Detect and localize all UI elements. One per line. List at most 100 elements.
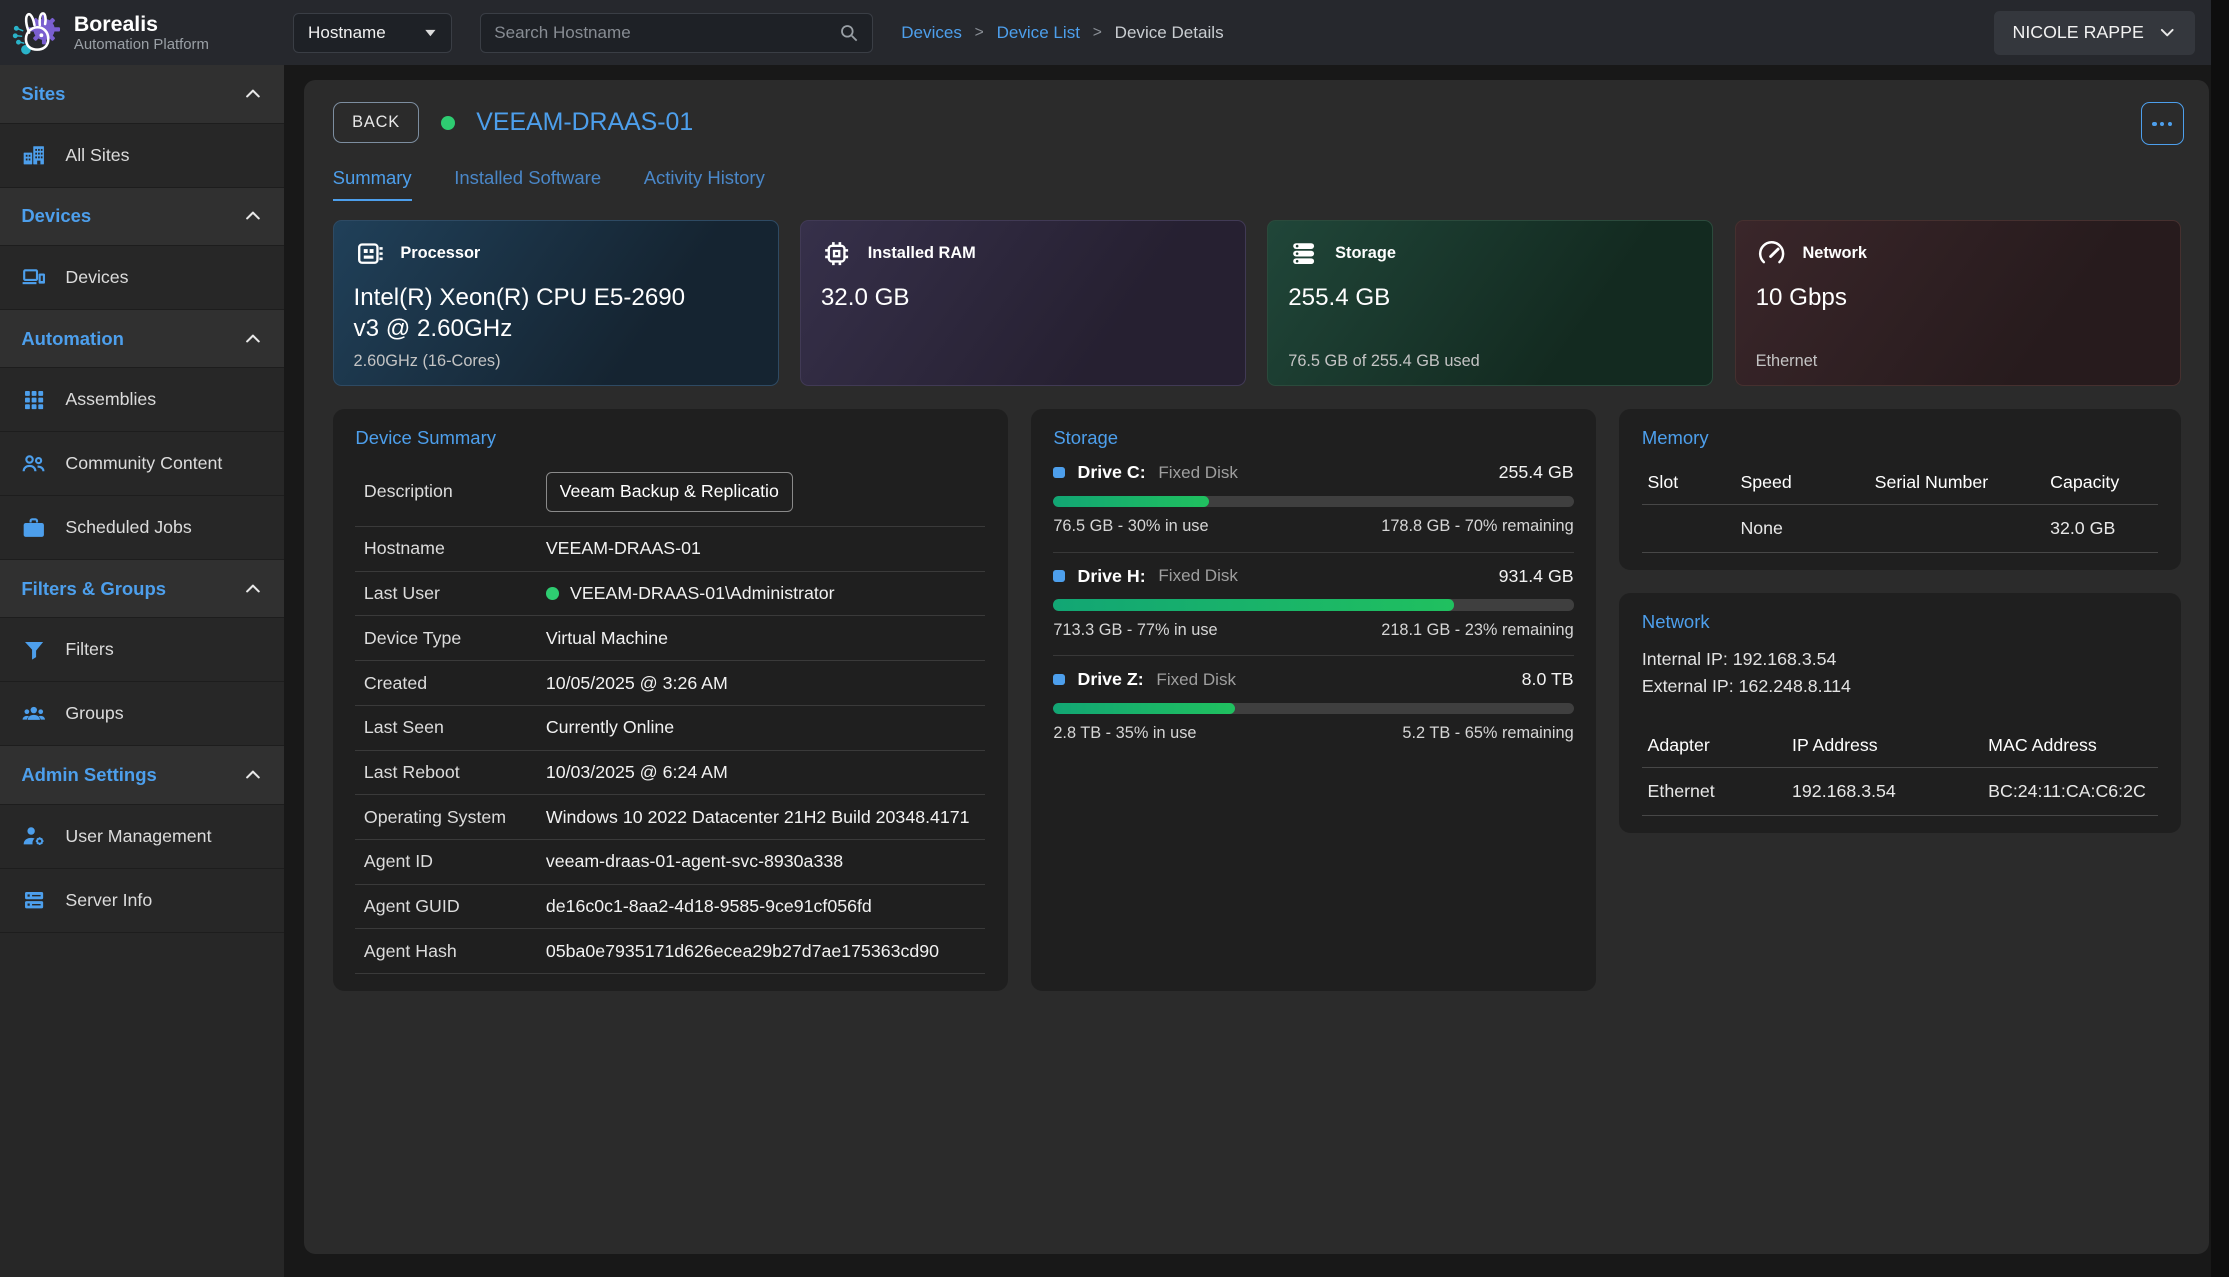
row-value: Virtual Machine <box>546 628 668 649</box>
table-row: Agent Hash 05ba0e7935171d626ecea29b27d7a… <box>355 929 985 974</box>
row-value: veeam-draas-01-agent-svc-8930a338 <box>546 851 843 872</box>
row-label: Agent Hash <box>364 941 546 962</box>
caret-down-icon <box>424 26 437 39</box>
memory-slot <box>1642 505 1735 553</box>
tab-activity-history[interactable]: Activity History <box>644 167 765 201</box>
column-header: Capacity <box>2044 461 2158 505</box>
sidebar-item-devices[interactable]: Devices <box>0 246 284 310</box>
column-header: Serial Number <box>1869 461 2044 505</box>
back-button[interactable]: BACK <box>333 102 420 143</box>
sidebar-section-devices[interactable]: Devices <box>0 188 284 246</box>
panel-title: Network <box>1642 611 2158 633</box>
cpu-icon <box>354 238 385 269</box>
sidebar-item-server-info[interactable]: Server Info <box>0 869 284 933</box>
sidebar-item-label: All Sites <box>65 145 129 166</box>
section-label: Filters & Groups <box>21 578 166 600</box>
card-value: 255.4 GB <box>1288 282 1692 313</box>
brand-name: Borealis <box>74 12 209 37</box>
row-value: 10/05/2025 @ 3:26 AM <box>546 673 728 694</box>
sidebar-item-community-content[interactable]: Community Content <box>0 432 284 496</box>
detail-panels: Device Summary Description Hostname VEEA… <box>333 409 2181 991</box>
server-stack-icon <box>1288 238 1319 269</box>
device-summary-panel: Device Summary Description Hostname VEEA… <box>333 409 1008 991</box>
breadcrumb-separator: > <box>1093 24 1102 42</box>
table-row: Description <box>355 458 985 527</box>
main-area: BACK VEEAM-DRAAS-01 Summary Installed So… <box>284 65 2229 1276</box>
sidebar-item-label: User Management <box>65 826 211 847</box>
right-column: Memory Slot Speed Serial Number Capacity <box>1619 409 2181 991</box>
table-row: Ethernet 192.168.3.54 BC:24:11:CA:C6:2C <box>1642 768 2158 816</box>
column-header: Slot <box>1642 461 1735 505</box>
drive-c-row: Drive C: Fixed Disk 255.4 GB 76.5 GB - 3… <box>1053 449 1573 552</box>
borealis-logo-icon <box>11 7 62 58</box>
search-box <box>480 13 872 53</box>
card-title: Processor <box>400 244 480 263</box>
table-row: Last User VEEAM-DRAAS-01\Administrator <box>355 572 985 617</box>
storage-card: Storage 255.4 GB 76.5 GB of 255.4 GB use… <box>1267 220 1713 386</box>
drive-name: Drive C: <box>1077 462 1145 483</box>
topbar: Borealis Automation Platform Hostname De… <box>0 0 2229 65</box>
sidebar-item-all-sites[interactable]: All Sites <box>0 124 284 188</box>
scrollbar[interactable] <box>2211 0 2229 1277</box>
column-header: MAC Address <box>1983 724 2159 768</box>
device-header: BACK VEEAM-DRAAS-01 <box>333 102 2181 143</box>
grid-icon <box>21 388 47 412</box>
tabs: Summary Installed Software Activity Hist… <box>333 167 2181 201</box>
device-title: VEEAM-DRAAS-01 <box>476 108 693 137</box>
row-value: Windows 10 2022 Datacenter 21H2 Build 20… <box>546 807 970 828</box>
breadcrumb-devices[interactable]: Devices <box>901 23 962 43</box>
app-window: Borealis Automation Platform Hostname De… <box>0 0 2229 1277</box>
user-name: NICOLE RAPPE <box>2013 22 2144 43</box>
drive-remaining: 5.2 TB - 65% remaining <box>1402 724 1573 743</box>
row-label: Device Type <box>364 628 546 649</box>
processor-card: Processor Intel(R) Xeon(R) CPU E5-2690 v… <box>333 220 779 386</box>
search-icon[interactable] <box>838 22 859 43</box>
drive-name: Drive Z: <box>1077 669 1143 690</box>
more-options-button[interactable] <box>2141 102 2184 145</box>
sidebar-section-automation[interactable]: Automation <box>0 310 284 368</box>
sidebar-item-groups[interactable]: Groups <box>0 682 284 746</box>
search-input[interactable] <box>494 23 837 43</box>
row-label: Hostname <box>364 538 546 559</box>
drive-used: 713.3 GB - 77% in use <box>1053 621 1217 640</box>
drive-type: Fixed Disk <box>1156 670 1236 690</box>
chevron-up-icon <box>243 84 263 104</box>
sidebar-item-label: Groups <box>65 703 123 724</box>
sidebar-section-admin-settings[interactable]: Admin Settings <box>0 746 284 804</box>
sidebar-item-user-management[interactable]: User Management <box>0 805 284 869</box>
column-header: Speed <box>1735 461 1869 505</box>
table-row: Last Reboot 10/03/2025 @ 6:24 AM <box>355 751 985 796</box>
sidebar-section-filters-groups[interactable]: Filters & Groups <box>0 560 284 618</box>
sidebar-item-filters[interactable]: Filters <box>0 618 284 682</box>
table-row: Agent ID veeam-draas-01-agent-svc-8930a3… <box>355 840 985 885</box>
last-user-value: VEEAM-DRAAS-01\Administrator <box>570 583 835 604</box>
sidebar-section-sites[interactable]: Sites <box>0 65 284 123</box>
memory-table: Slot Speed Serial Number Capacity <box>1642 461 2158 553</box>
network-adapters-table: Adapter IP Address MAC Address Ethernet … <box>1642 724 2158 816</box>
description-input[interactable] <box>546 472 793 512</box>
row-label: Agent ID <box>364 851 546 872</box>
people-icon <box>21 451 47 477</box>
user-menu-button[interactable]: NICOLE RAPPE <box>1994 11 2195 55</box>
installed-ram-card: Installed RAM 32.0 GB <box>800 220 1246 386</box>
groups-icon <box>21 701 47 727</box>
row-label: Operating System <box>364 807 546 828</box>
sidebar-item-label: Server Info <box>65 890 152 911</box>
drive-usage-bar <box>1053 599 1573 610</box>
gauge-icon <box>1756 238 1787 269</box>
tab-summary[interactable]: Summary <box>333 167 412 201</box>
tab-installed-software[interactable]: Installed Software <box>454 167 601 201</box>
adapter-ip: 192.168.3.54 <box>1786 768 1982 816</box>
column-header: IP Address <box>1786 724 1982 768</box>
row-value: VEEAM-DRAAS-01\Administrator <box>546 583 835 604</box>
table-row: Hostname VEEAM-DRAAS-01 <box>355 527 985 572</box>
breadcrumb-device-list[interactable]: Device List <box>997 23 1080 43</box>
row-label: Created <box>364 673 546 694</box>
sidebar-item-scheduled-jobs[interactable]: Scheduled Jobs <box>0 496 284 560</box>
brand-subtitle: Automation Platform <box>74 36 209 53</box>
row-label: Last Seen <box>364 717 546 738</box>
sidebar-item-assemblies[interactable]: Assemblies <box>0 368 284 432</box>
search-field-select[interactable]: Hostname <box>293 13 452 53</box>
table-row: None 32.0 GB <box>1642 505 2158 553</box>
table-row: Last Seen Currently Online <box>355 706 985 751</box>
